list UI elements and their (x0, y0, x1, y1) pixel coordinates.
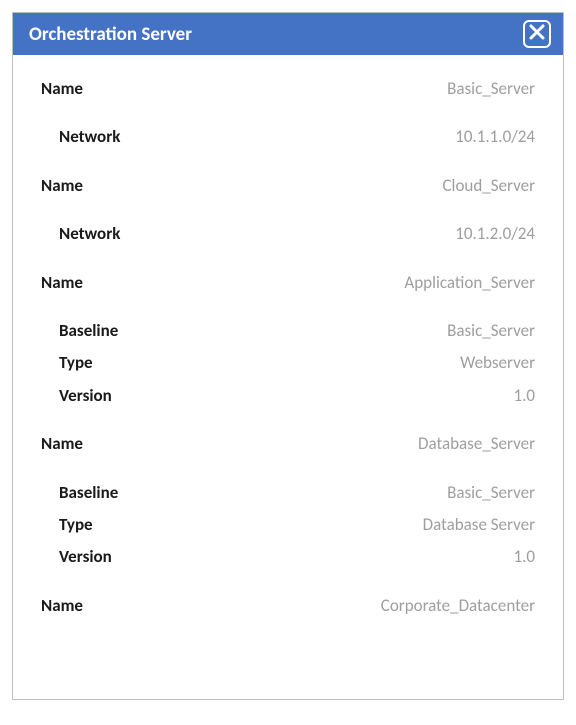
close-button[interactable] (523, 20, 551, 48)
value-name: Database_Server (418, 434, 535, 454)
item-field-row: Network 10.1.1.0/24 (41, 127, 535, 147)
label-baseline: Baseline (59, 483, 118, 503)
value-name: Basic_Server (447, 79, 535, 99)
label-name: Name (41, 273, 83, 293)
value-type: Database Server (423, 515, 535, 535)
value-name: Application_Server (404, 273, 535, 293)
label-network: Network (59, 224, 120, 244)
value-type: Webserver (460, 353, 535, 373)
value-network: 10.1.2.0/24 (455, 224, 535, 244)
value-network: 10.1.1.0/24 (455, 127, 535, 147)
label-type: Type (59, 515, 93, 535)
item-field-row: Type Webserver (41, 353, 535, 373)
value-name: Corporate_Datacenter (381, 596, 535, 616)
item-field-row: Network 10.1.2.0/24 (41, 224, 535, 244)
label-network: Network (59, 127, 120, 147)
item-field-row: Type Database Server (41, 515, 535, 535)
label-name: Name (41, 79, 83, 99)
item-field-row: Baseline Basic_Server (41, 483, 535, 503)
value-baseline: Basic_Server (447, 483, 535, 503)
item-field-row: Version 1.0 (41, 386, 535, 406)
label-version: Version (59, 547, 112, 567)
label-type: Type (59, 353, 93, 373)
orchestration-panel: Orchestration Server Name Basic_Server N… (12, 12, 564, 700)
item-row: Name Basic_Server (41, 79, 535, 99)
value-version: 1.0 (513, 386, 535, 406)
item-row: Name Application_Server (41, 273, 535, 293)
item-field-row: Baseline Basic_Server (41, 321, 535, 341)
item-row: Name Database_Server (41, 434, 535, 454)
label-name: Name (41, 434, 83, 454)
panel-header: Orchestration Server (13, 13, 563, 55)
panel-title: Orchestration Server (29, 23, 192, 46)
value-version: 1.0 (513, 547, 535, 567)
value-name: Cloud_Server (442, 176, 535, 196)
label-baseline: Baseline (59, 321, 118, 341)
item-field-row: Version 1.0 (41, 547, 535, 567)
label-name: Name (41, 596, 83, 616)
panel-content: Name Basic_Server Network 10.1.1.0/24 Na… (13, 55, 563, 616)
item-row: Name Corporate_Datacenter (41, 596, 535, 616)
close-icon (529, 23, 545, 46)
label-version: Version (59, 386, 112, 406)
label-name: Name (41, 176, 83, 196)
item-row: Name Cloud_Server (41, 176, 535, 196)
value-baseline: Basic_Server (447, 321, 535, 341)
